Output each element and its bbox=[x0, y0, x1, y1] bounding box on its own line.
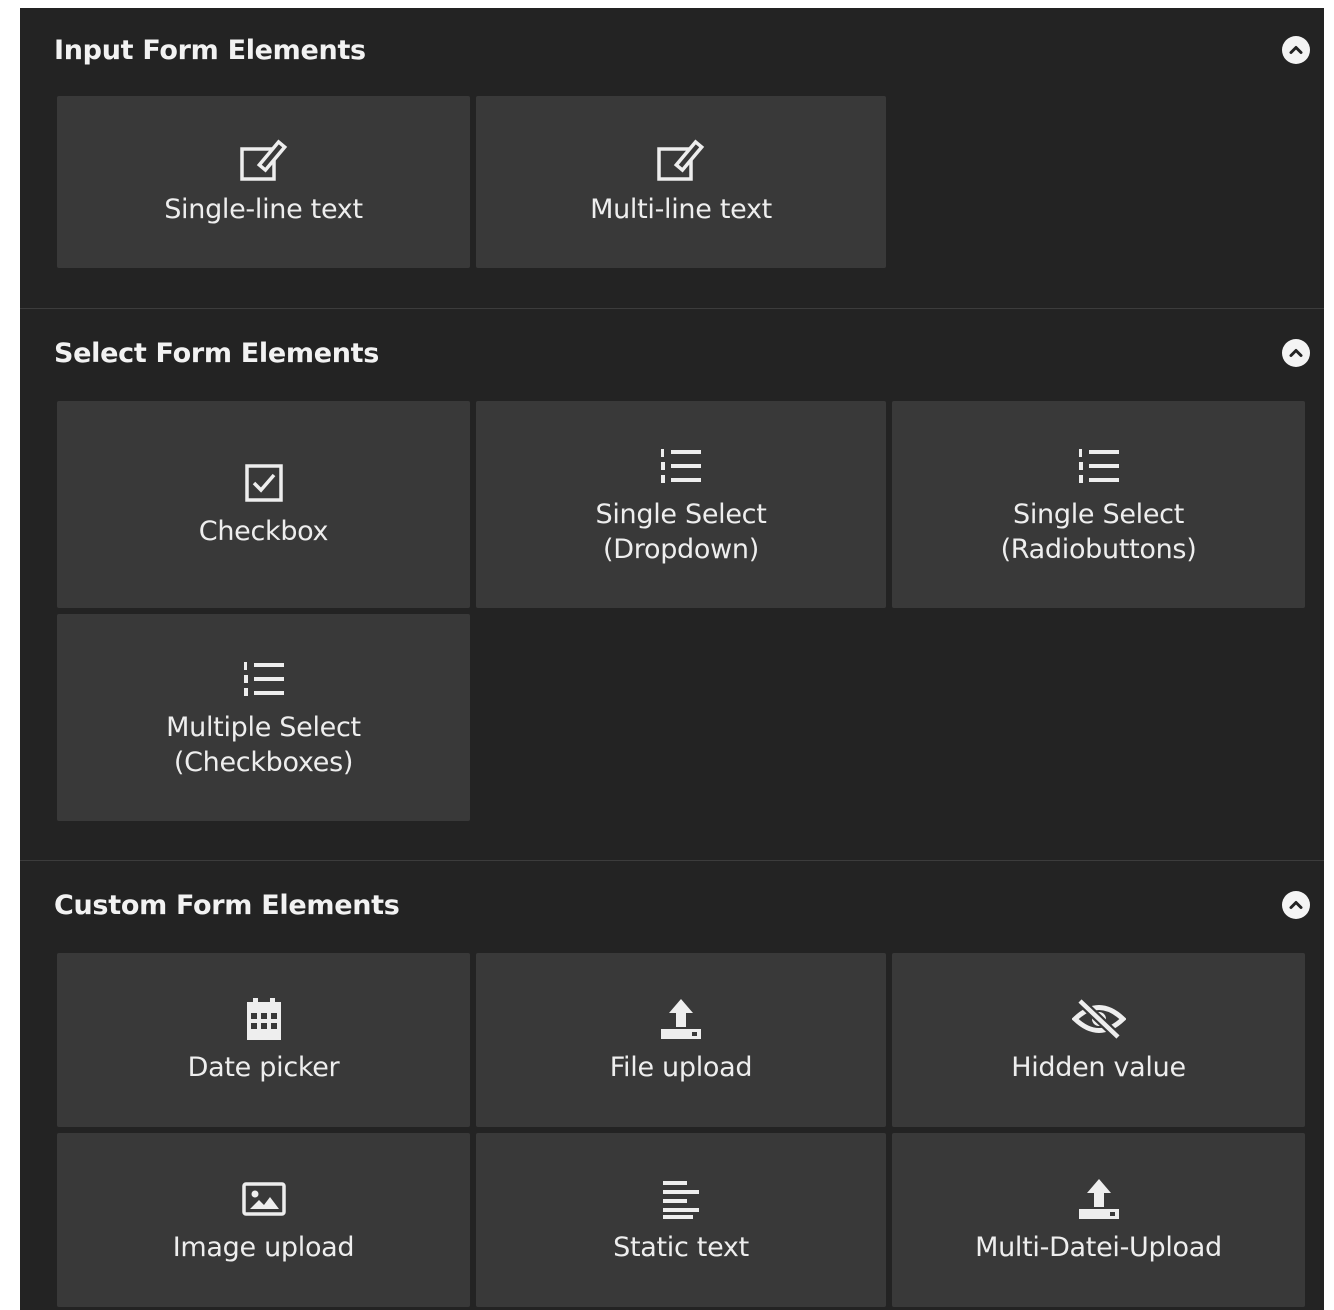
tile-multi-datei-upload[interactable]: Multi-Datei-Upload bbox=[892, 1133, 1305, 1307]
tile-label: Single-line text bbox=[164, 193, 363, 225]
tile-multi-line-text[interactable]: Multi-line text bbox=[476, 96, 886, 268]
tile-label-line1: Single Select bbox=[1013, 498, 1184, 530]
numbered-list-icon bbox=[242, 656, 286, 702]
tile-checkbox[interactable]: Checkbox bbox=[57, 401, 470, 608]
tile-label: Static text bbox=[613, 1231, 749, 1263]
align-left-icon bbox=[661, 1176, 701, 1222]
tile-label-line1: Multiple Select bbox=[166, 711, 361, 743]
tile-label: Hidden value bbox=[1011, 1051, 1186, 1083]
image-icon bbox=[241, 1176, 286, 1222]
tile-multiple-select-checkboxes[interactable]: Multiple Select (Checkboxes) bbox=[57, 614, 470, 821]
tile-file-upload[interactable]: File upload bbox=[476, 953, 886, 1127]
tile-label: Image upload bbox=[172, 1231, 355, 1263]
tile-label-line2: (Checkboxes) bbox=[173, 746, 354, 778]
tile-label: Multi-line text bbox=[590, 193, 772, 225]
tile-hidden-value[interactable]: Hidden value bbox=[892, 953, 1305, 1127]
numbered-list-icon bbox=[1077, 443, 1121, 489]
tile-label: Multi-Datei-Upload bbox=[975, 1231, 1222, 1263]
tile-label-line2: (Dropdown) bbox=[603, 533, 759, 565]
section-input-form-elements: Input Form Elements Single-line text Mul… bbox=[20, 8, 1324, 309]
calendar-icon bbox=[245, 996, 283, 1042]
tile-image-upload[interactable]: Image upload bbox=[57, 1133, 470, 1307]
section-title: Custom Form Elements bbox=[54, 889, 400, 921]
section-header: Input Form Elements bbox=[54, 8, 1324, 92]
tile-static-text[interactable]: Static text bbox=[476, 1133, 886, 1307]
upload-icon bbox=[659, 996, 703, 1042]
tile-single-select-dropdown[interactable]: Single Select (Dropdown) bbox=[476, 401, 886, 608]
tile-label-line2: (Radiobuttons) bbox=[1000, 533, 1197, 565]
numbered-list-icon bbox=[659, 443, 703, 489]
tile-single-line-text[interactable]: Single-line text bbox=[57, 96, 470, 268]
chevron-up-circle-icon[interactable] bbox=[1282, 339, 1310, 367]
form-elements-panel: Input Form Elements Single-line text Mul… bbox=[20, 8, 1324, 1310]
chevron-up-circle-icon[interactable] bbox=[1282, 36, 1310, 64]
checkbox-icon bbox=[244, 460, 284, 506]
upload-icon bbox=[1077, 1176, 1121, 1222]
edit-icon bbox=[655, 138, 707, 184]
section-header: Custom Form Elements bbox=[54, 861, 1324, 949]
tile-label-line1: Single Select bbox=[595, 498, 767, 530]
tile-label: Date picker bbox=[187, 1051, 340, 1083]
eye-slash-icon bbox=[1071, 996, 1126, 1042]
tile-single-select-radiobuttons[interactable]: Single Select (Radiobuttons) bbox=[892, 401, 1305, 608]
tile-label: File upload bbox=[609, 1051, 753, 1083]
section-custom-form-elements: Custom Form Elements Date picker File up… bbox=[20, 861, 1324, 1310]
section-header: Select Form Elements bbox=[54, 309, 1324, 397]
section-select-form-elements: Select Form Elements Checkbox Single Sel… bbox=[20, 309, 1324, 861]
chevron-up-circle-icon[interactable] bbox=[1282, 891, 1310, 919]
edit-icon bbox=[238, 138, 290, 184]
tile-label: Single Select (Dropdown) bbox=[596, 497, 767, 567]
section-title: Select Form Elements bbox=[54, 337, 380, 369]
tile-label: Single Select (Radiobuttons) bbox=[1001, 497, 1197, 567]
tile-label: Multiple Select (Checkboxes) bbox=[166, 710, 361, 780]
section-title: Input Form Elements bbox=[54, 34, 366, 66]
tile-label: Checkbox bbox=[198, 516, 329, 547]
tile-date-picker[interactable]: Date picker bbox=[57, 953, 470, 1127]
